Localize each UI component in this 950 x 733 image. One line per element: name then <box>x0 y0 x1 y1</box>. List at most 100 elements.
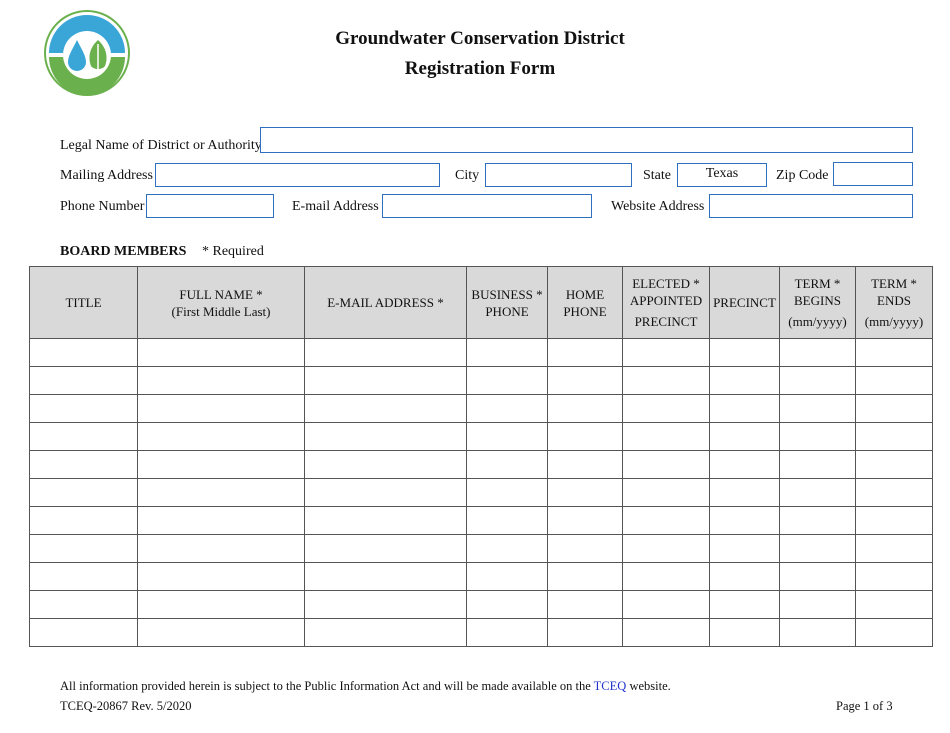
table-cell[interactable] <box>855 478 933 507</box>
website-address-field[interactable] <box>709 194 913 218</box>
table-cell[interactable] <box>29 422 138 451</box>
table-cell[interactable] <box>304 422 467 451</box>
table-cell[interactable] <box>304 618 467 647</box>
table-cell[interactable] <box>622 338 710 367</box>
table-cell[interactable] <box>855 506 933 535</box>
table-cell[interactable] <box>137 534 305 563</box>
table-cell[interactable] <box>304 478 467 507</box>
table-cell[interactable] <box>137 618 305 647</box>
table-cell[interactable] <box>779 338 856 367</box>
table-cell[interactable] <box>779 590 856 619</box>
table-cell[interactable] <box>547 506 623 535</box>
table-cell[interactable] <box>622 450 710 479</box>
table-cell[interactable] <box>855 450 933 479</box>
table-cell[interactable] <box>622 618 710 647</box>
table-cell[interactable] <box>466 590 548 619</box>
table-cell[interactable] <box>855 590 933 619</box>
table-cell[interactable] <box>466 618 548 647</box>
table-cell[interactable] <box>622 422 710 451</box>
table-cell[interactable] <box>137 478 305 507</box>
table-cell[interactable] <box>29 562 138 591</box>
table-cell[interactable] <box>29 338 138 367</box>
table-cell[interactable] <box>622 478 710 507</box>
table-cell[interactable] <box>547 338 623 367</box>
tceq-link[interactable]: TCEQ <box>594 679 627 693</box>
table-cell[interactable] <box>855 534 933 563</box>
table-cell[interactable] <box>855 422 933 451</box>
table-cell[interactable] <box>29 590 138 619</box>
mailing-address-field[interactable] <box>155 163 440 187</box>
table-cell[interactable] <box>466 478 548 507</box>
table-cell[interactable] <box>29 506 138 535</box>
table-cell[interactable] <box>29 618 138 647</box>
table-cell[interactable] <box>29 534 138 563</box>
table-cell[interactable] <box>622 394 710 423</box>
table-cell[interactable] <box>779 562 856 591</box>
table-cell[interactable] <box>466 562 548 591</box>
table-cell[interactable] <box>137 506 305 535</box>
table-cell[interactable] <box>709 562 780 591</box>
table-cell[interactable] <box>779 450 856 479</box>
table-cell[interactable] <box>709 534 780 563</box>
legal-name-field[interactable] <box>260 127 913 153</box>
table-cell[interactable] <box>709 422 780 451</box>
table-cell[interactable] <box>304 394 467 423</box>
table-cell[interactable] <box>622 590 710 619</box>
table-cell[interactable] <box>622 562 710 591</box>
table-cell[interactable] <box>709 478 780 507</box>
city-field[interactable] <box>485 163 632 187</box>
table-cell[interactable] <box>779 478 856 507</box>
table-cell[interactable] <box>709 338 780 367</box>
table-cell[interactable] <box>304 366 467 395</box>
table-cell[interactable] <box>29 394 138 423</box>
table-cell[interactable] <box>304 506 467 535</box>
table-cell[interactable] <box>779 506 856 535</box>
table-cell[interactable] <box>304 534 467 563</box>
table-cell[interactable] <box>547 422 623 451</box>
table-cell[interactable] <box>466 534 548 563</box>
table-cell[interactable] <box>779 534 856 563</box>
table-cell[interactable] <box>547 478 623 507</box>
table-cell[interactable] <box>709 366 780 395</box>
table-cell[interactable] <box>137 422 305 451</box>
table-cell[interactable] <box>547 562 623 591</box>
table-cell[interactable] <box>709 590 780 619</box>
table-cell[interactable] <box>304 590 467 619</box>
table-cell[interactable] <box>466 366 548 395</box>
table-cell[interactable] <box>547 394 623 423</box>
table-cell[interactable] <box>466 506 548 535</box>
table-cell[interactable] <box>547 534 623 563</box>
table-cell[interactable] <box>709 618 780 647</box>
table-cell[interactable] <box>29 366 138 395</box>
table-cell[interactable] <box>137 450 305 479</box>
table-cell[interactable] <box>137 590 305 619</box>
table-cell[interactable] <box>622 534 710 563</box>
table-cell[interactable] <box>855 562 933 591</box>
table-cell[interactable] <box>304 562 467 591</box>
table-cell[interactable] <box>304 450 467 479</box>
table-cell[interactable] <box>466 394 548 423</box>
email-address-field[interactable] <box>382 194 592 218</box>
table-cell[interactable] <box>547 618 623 647</box>
table-cell[interactable] <box>622 366 710 395</box>
table-cell[interactable] <box>466 338 548 367</box>
table-cell[interactable] <box>855 618 933 647</box>
table-cell[interactable] <box>855 394 933 423</box>
table-cell[interactable] <box>547 590 623 619</box>
table-cell[interactable] <box>779 618 856 647</box>
table-cell[interactable] <box>29 450 138 479</box>
table-cell[interactable] <box>29 478 138 507</box>
table-cell[interactable] <box>547 366 623 395</box>
table-cell[interactable] <box>779 366 856 395</box>
table-cell[interactable] <box>855 366 933 395</box>
table-cell[interactable] <box>709 450 780 479</box>
phone-number-field[interactable] <box>146 194 274 218</box>
state-field[interactable]: Texas <box>677 163 767 187</box>
table-cell[interactable] <box>622 506 710 535</box>
table-cell[interactable] <box>779 394 856 423</box>
table-cell[interactable] <box>466 450 548 479</box>
table-cell[interactable] <box>137 366 305 395</box>
table-cell[interactable] <box>779 422 856 451</box>
table-cell[interactable] <box>137 338 305 367</box>
table-cell[interactable] <box>855 338 933 367</box>
